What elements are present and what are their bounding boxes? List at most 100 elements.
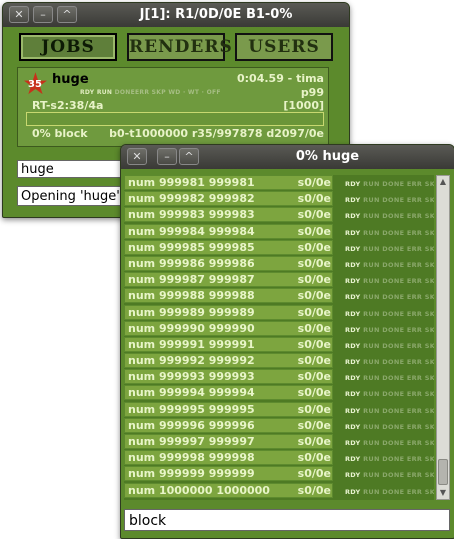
state-rdy: RDY	[345, 358, 361, 367]
frame-name: num 999988 999988	[128, 289, 255, 303]
state-rest: RUN DONE ERR SKP	[363, 228, 434, 237]
frame-status: s0/0e	[297, 337, 331, 351]
frame-name: num 999992 999992	[128, 354, 255, 368]
frame-row[interactable]: num 999985 999985 s0/0e RDY RUN DONE ERR S…	[124, 239, 434, 256]
state-rdy: RDY	[345, 244, 361, 253]
frame-state-flags: RDY RUN DONE ERR SKP	[345, 245, 434, 253]
frame-row[interactable]: num 999996 999996 s0/0e RDY RUN DONE ERR S…	[124, 417, 434, 434]
frame-state-flags: RDY RUN DONE ERR SKP	[345, 293, 434, 301]
frame-row[interactable]: num 999994 999994 s0/0e RDY RUN DONE ERR S…	[124, 385, 434, 401]
state-rest: RUN DONE ERR SKP	[363, 455, 434, 464]
frame-row[interactable]: num 1000000 1000000 s0/0e RDY RUN DONE ERR…	[124, 482, 434, 499]
job-priority: p99	[300, 86, 324, 99]
frame-status: s0/0e	[297, 289, 331, 303]
frame-row[interactable]: num 999988 999988 s0/0e RDY RUN DONE ERR S…	[124, 288, 434, 304]
state-off: OFF	[206, 89, 221, 96]
frame-status: s0/0e	[297, 224, 331, 238]
state-rest: RUN DONE ERR SKP	[363, 406, 434, 415]
frame-row[interactable]: num 999981 999981 s0/0e RDY RUN DONE ERR S…	[124, 175, 434, 191]
frame-name: num 999981 999981	[128, 176, 255, 189]
frame-name: num 999991 999991	[128, 337, 255, 351]
scroll-down-arrow-icon[interactable]: ▼	[437, 487, 449, 499]
state-rest: RUN DONE ERR SKP	[363, 325, 434, 334]
state-rdy: RDY	[345, 309, 361, 318]
state-rdy: RDY	[345, 422, 361, 431]
frame-row[interactable]: num 999990 999990 s0/0e RDY RUN DONE ERR S…	[124, 320, 434, 337]
state-rdy: RDY	[345, 374, 361, 383]
state-rdy: RDY	[345, 390, 361, 399]
state-rest: RUN DONE ERR SKP	[363, 260, 434, 269]
state-rdy: RDY	[345, 455, 361, 464]
state-wd: WD	[168, 89, 181, 96]
frame-state-flags: RDY RUN DONE ERR SKP	[345, 277, 434, 285]
state-rdy: RDY	[345, 341, 361, 350]
state-rest: RUN DONE ERR SKP	[363, 341, 434, 350]
frame-state-flags: RDY RUN DONE ERR SKP	[345, 423, 434, 431]
frame-row[interactable]: num 999998 999998 s0/0e RDY RUN DONE ERR S…	[124, 450, 434, 466]
frame-row[interactable]: num 999983 999983 s0/0e RDY RUN DONE ERR S…	[124, 207, 434, 223]
tab-jobs[interactable]: JOBS	[19, 33, 117, 61]
frame-state-flags: RDY RUN DONE ERR SKP	[345, 455, 434, 463]
state-done: DONE	[114, 89, 136, 96]
state-wt: WT	[187, 89, 200, 96]
frame-row[interactable]: num 999997 999997 s0/0e RDY RUN DONE ERR S…	[124, 434, 434, 450]
frame-row[interactable]: num 999986 999986 s0/0e RDY RUN DONE ERR S…	[124, 255, 434, 272]
state-rdy: RDY	[345, 471, 361, 480]
frame-row[interactable]: num 999984 999984 s0/0e RDY RUN DONE ERR S…	[124, 223, 434, 240]
frame-row[interactable]: num 999992 999992 s0/0e RDY RUN DONE ERR S…	[124, 353, 434, 369]
job-rt: RT-s2:38/4a	[32, 99, 104, 112]
state-rest: RUN DONE ERR SKP	[363, 471, 434, 480]
state-err: ERR	[135, 89, 150, 96]
frames-window-titlebar[interactable]: ✕ – ^ 0% huge	[121, 145, 454, 169]
list-scrollbar[interactable]: ▲ ▼	[436, 175, 450, 500]
frame-state-flags: RDY RUN DONE ERR SKP	[345, 488, 434, 496]
state-rdy: RDY	[80, 89, 95, 96]
frame-status: s0/0e	[297, 354, 331, 368]
frame-row[interactable]: num 999987 999987 s0/0e RDY RUN DONE ERR S…	[124, 272, 434, 288]
tab-bar: JOBS RENDERS USERS	[19, 33, 333, 61]
frame-list[interactable]: num 999981 999981 s0/0e RDY RUN DONE ERR S…	[124, 175, 434, 500]
frame-name: num 999993 999993	[128, 370, 255, 384]
frame-state-flags: RDY RUN DONE ERR SKP	[345, 310, 434, 318]
job-count: [1000]	[283, 99, 324, 112]
scroll-up-arrow-icon[interactable]: ▲	[437, 176, 449, 188]
frame-state-flags: RDY RUN DONE ERR SKP	[345, 212, 434, 220]
frames-window: ✕ – ^ 0% huge num 999981 999981 s0/0e RDY …	[120, 144, 454, 539]
frame-row[interactable]: num 999993 999993 s0/0e RDY RUN DONE ERR S…	[124, 369, 434, 385]
frame-state-flags: RDY RUN DONE ERR SKP	[345, 342, 434, 350]
frame-status: s0/0e	[297, 386, 331, 400]
frame-status: s0/0e	[297, 192, 331, 206]
frame-name: num 999983 999983	[128, 208, 255, 222]
jobs-window-titlebar[interactable]: ✕ – ^ J[1]: R1/0D/0E B1-0%	[3, 3, 349, 27]
state-rdy: RDY	[345, 180, 361, 188]
frame-state-flags: RDY RUN DONE ERR SKP	[345, 229, 434, 237]
frame-status: s0/0e	[297, 240, 331, 254]
frame-name: num 999986 999986	[128, 256, 255, 270]
frame-state-flags: RDY RUN DONE ERR SKP	[345, 326, 434, 334]
state-skp: SKP	[151, 89, 166, 96]
frame-status: s0/0e	[297, 208, 331, 222]
job-state-flags: RDY RUN DONEERR SKP WD · WT · OFF	[80, 89, 221, 96]
frame-name: num 999997 999997	[128, 435, 255, 448]
state-rest: RUN DONE ERR SKP	[363, 277, 434, 286]
state-rest: RUN DONE ERR SKP	[363, 180, 434, 188]
frame-name: num 999995 999995	[128, 402, 255, 416]
frame-state-flags: RDY RUN DONE ERR SKP	[345, 261, 434, 269]
state-rdy: RDY	[345, 228, 361, 237]
frame-state-flags: RDY RUN DONE ERR SKP	[345, 407, 434, 415]
frame-row[interactable]: num 999991 999991 s0/0e RDY RUN DONE ERR S…	[124, 336, 434, 353]
frame-row[interactable]: num 999989 999989 s0/0e RDY RUN DONE ERR S…	[124, 304, 434, 321]
tab-renders[interactable]: RENDERS	[127, 33, 232, 61]
job-panel[interactable]: ★ 35 huge 0:04.59 - tima RDY RUN DONEERR…	[17, 67, 329, 147]
scrollbar-thumb[interactable]	[438, 459, 448, 485]
frame-row[interactable]: num 999995 999995 s0/0e RDY RUN DONE ERR S…	[124, 401, 434, 418]
frame-name: num 1000000 1000000	[128, 483, 270, 497]
state-run: RUN	[96, 89, 113, 96]
frame-row[interactable]: num 999999 999999 s0/0e RDY RUN DONE ERR S…	[124, 466, 434, 482]
frame-state-flags: RDY RUN DONE ERR SKP	[345, 180, 434, 188]
tab-users[interactable]: USERS	[235, 33, 333, 61]
state-rdy: RDY	[345, 277, 361, 286]
frame-filter-input[interactable]: block	[124, 509, 450, 531]
frame-row[interactable]: num 999982 999982 s0/0e RDY RUN DONE ERR S…	[124, 191, 434, 207]
state-rdy: RDY	[345, 212, 361, 221]
